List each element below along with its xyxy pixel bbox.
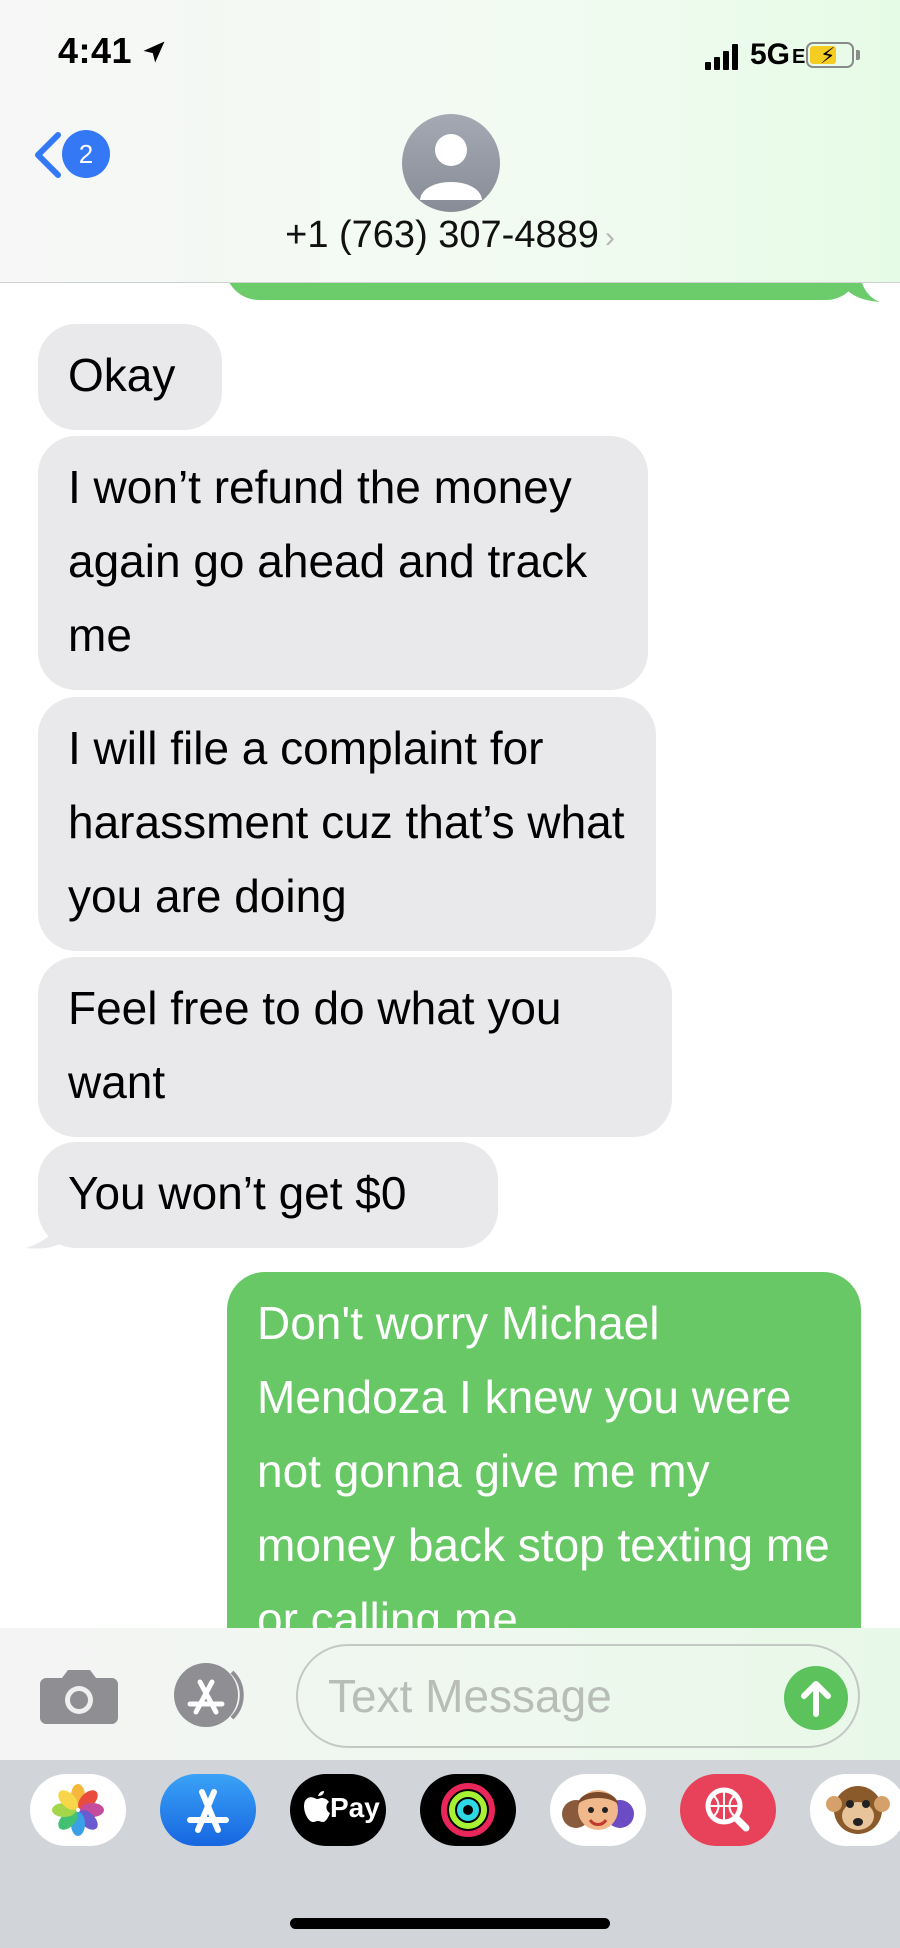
contact-number: +1 (763) 307-4889 bbox=[285, 214, 599, 256]
apple-pay-icon[interactable]: Pay bbox=[290, 1774, 386, 1846]
apple-pay-label: Pay bbox=[330, 1792, 380, 1823]
contact-chevron-icon: › bbox=[604, 221, 615, 254]
contact-name[interactable]: +1 (763) 307-4889 › bbox=[0, 214, 900, 257]
message-bubble-received[interactable]: You won’t get $0 bbox=[38, 1142, 498, 1248]
battery-tip bbox=[856, 50, 860, 60]
message-bubble-received[interactable]: Feel free to do what you want bbox=[38, 957, 672, 1137]
message-text: I will file a complaint for harassment c… bbox=[68, 722, 625, 922]
person-icon bbox=[420, 134, 482, 200]
message-bubble-received[interactable]: Okay bbox=[38, 324, 222, 430]
network-label: 5G bbox=[750, 38, 791, 71]
app-store-drawer-icon[interactable] bbox=[168, 1662, 254, 1728]
message-text: Don't worry Michael Mendoza I knew you w… bbox=[257, 1297, 830, 1645]
battery-icon: ⚡ bbox=[806, 42, 854, 68]
signal-bars-icon bbox=[705, 44, 739, 70]
bubble-tail-in bbox=[26, 1206, 66, 1249]
web-search-icon[interactable] bbox=[680, 1774, 776, 1846]
message-text: Feel free to do what you want bbox=[68, 982, 562, 1108]
memoji-icon[interactable] bbox=[550, 1774, 646, 1846]
back-unread-badge[interactable]: 2 bbox=[62, 130, 110, 178]
send-button[interactable] bbox=[784, 1666, 848, 1730]
message-text: I won’t refund the money again go ahead … bbox=[68, 461, 588, 661]
animoji-icon[interactable] bbox=[810, 1774, 900, 1846]
conversation-header: 4:41 5G E ⚡ 2 +1 (763) 307-4889 › bbox=[0, 0, 900, 283]
message-composer: Text Message bbox=[0, 1628, 900, 1760]
message-bubble-sent[interactable]: Don't worry Michael Mendoza I knew you w… bbox=[227, 1272, 861, 1672]
message-text: Okay bbox=[68, 349, 176, 401]
status-time: 4:41 bbox=[58, 30, 133, 71]
app-store-icon[interactable] bbox=[160, 1774, 256, 1846]
home-indicator[interactable] bbox=[290, 1918, 610, 1929]
imessage-app-strip: Pay bbox=[0, 1760, 900, 1948]
arrow-up-icon bbox=[801, 1681, 831, 1717]
contact-avatar[interactable] bbox=[402, 114, 500, 212]
activity-icon[interactable] bbox=[420, 1774, 516, 1846]
location-arrow-icon bbox=[143, 41, 165, 63]
message-bubble-received[interactable]: I will file a complaint for harassment c… bbox=[38, 697, 656, 951]
network-sub-label: E bbox=[792, 46, 806, 68]
message-placeholder: Text Message bbox=[328, 1670, 612, 1722]
photos-icon[interactable] bbox=[30, 1774, 126, 1846]
message-bubble-received[interactable]: I won’t refund the money again go ahead … bbox=[38, 436, 648, 690]
message-text-field[interactable]: Text Message bbox=[296, 1644, 860, 1748]
message-text: You won’t get $0 bbox=[68, 1167, 407, 1219]
camera-icon[interactable] bbox=[40, 1666, 118, 1724]
